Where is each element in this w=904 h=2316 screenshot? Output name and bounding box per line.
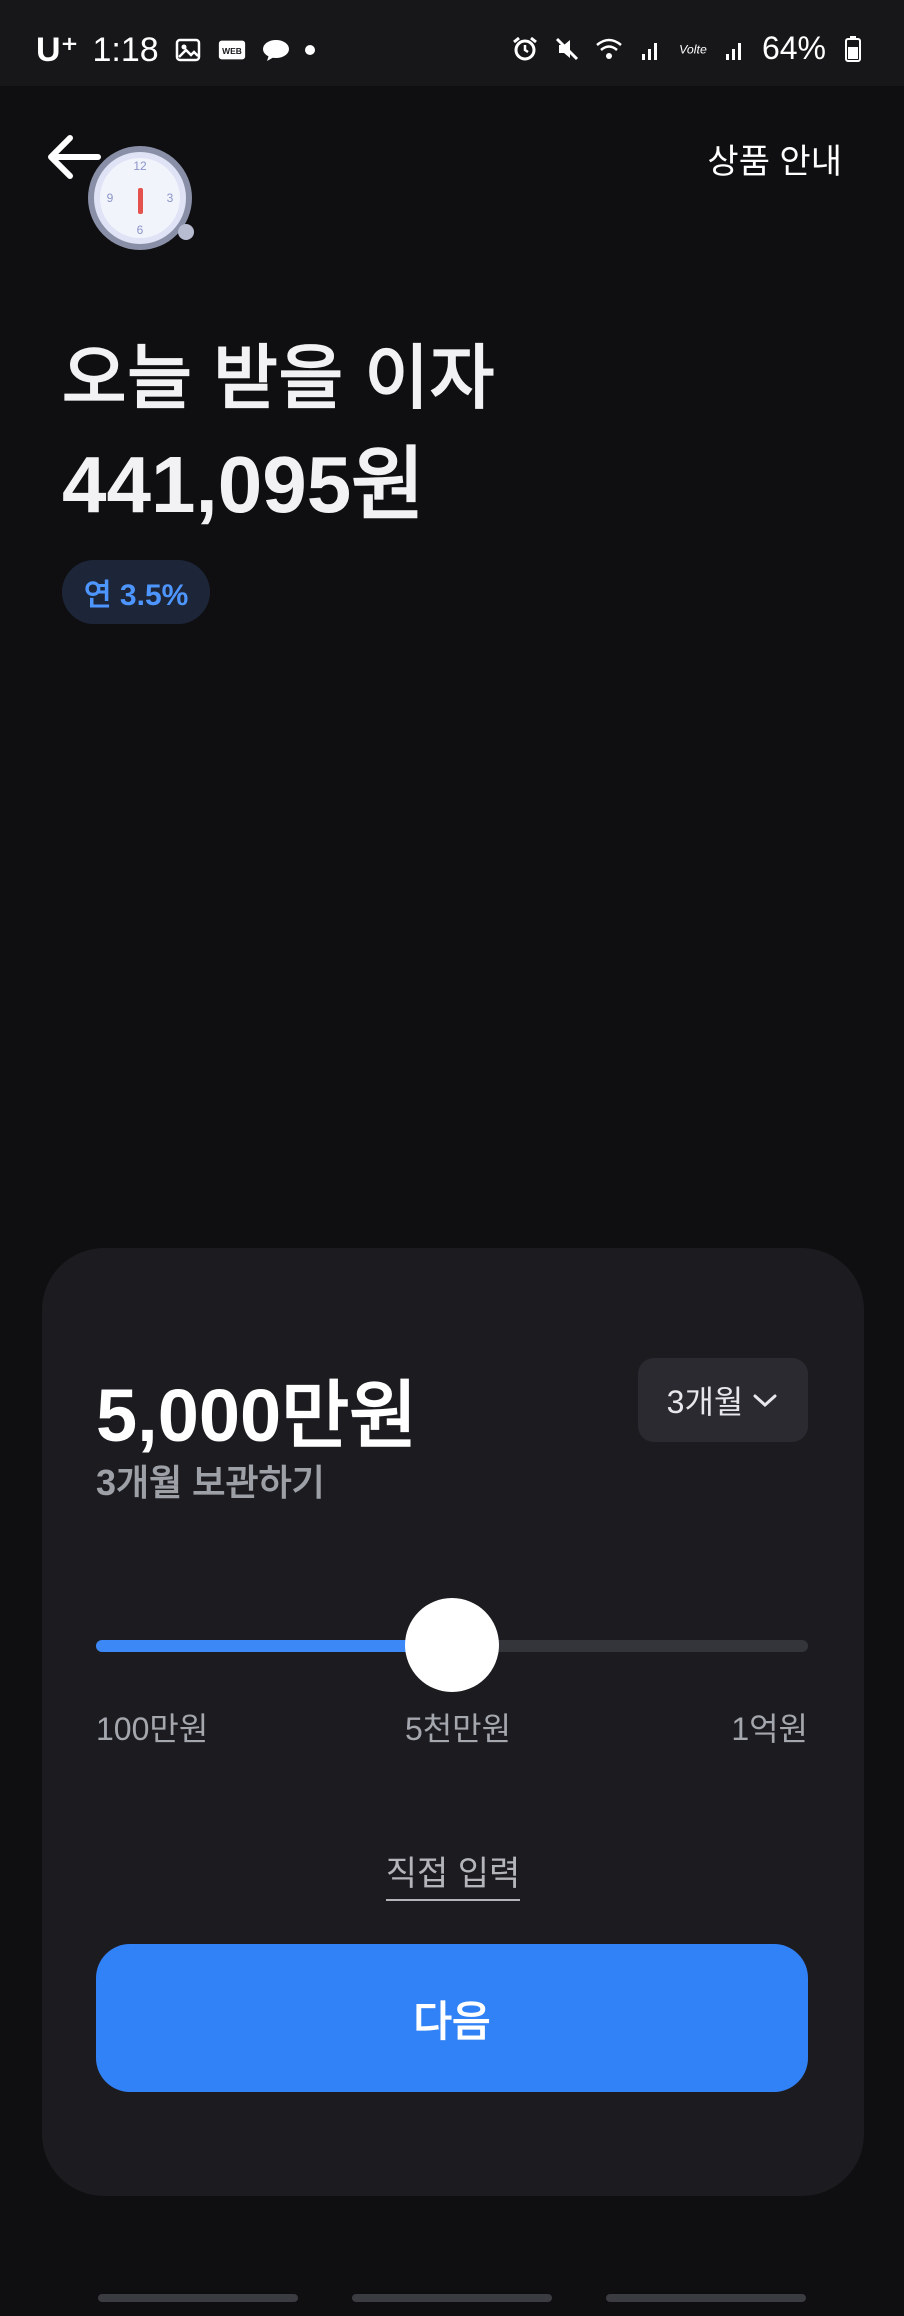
alarm-icon: [510, 34, 540, 64]
status-left: U⁺ 1:18 WEB: [36, 30, 315, 70]
status-right: Volte 64%: [510, 30, 868, 67]
clock-illustration-icon: 12 3 6 9: [80, 140, 200, 260]
slider-min-label: 100만원: [96, 1711, 209, 1747]
period-subtext: 3개월 보관하기: [96, 1462, 325, 1503]
period-dropdown-button[interactable]: 3개월: [638, 1358, 808, 1442]
svg-text:Volte: Volte: [679, 42, 707, 56]
gesture-nav-bar: [0, 2232, 904, 2316]
svg-text:6: 6: [137, 223, 144, 237]
period-label: 3개월: [666, 1384, 744, 1420]
nav-segment[interactable]: [606, 2294, 806, 2302]
slider-thumb[interactable]: [405, 1598, 499, 1692]
status-bar: U⁺ 1:18 WEB Volte 64%: [0, 0, 904, 86]
volte-icon: Volte: [678, 34, 708, 64]
battery-icon: [838, 34, 868, 64]
slider-max-label: 1억원: [731, 1711, 808, 1747]
signal-icon: [720, 34, 750, 64]
page-title: 오늘 받을 이자: [62, 339, 496, 417]
status-time: 1:18: [92, 30, 159, 69]
messenger-icon: [261, 35, 291, 65]
deposit-amount: 5,000만원: [96, 1374, 418, 1457]
direct-input-link[interactable]: 직접 입력: [385, 1855, 521, 1901]
next-button[interactable]: 다음: [96, 1944, 808, 2092]
nav-segment[interactable]: [352, 2294, 552, 2302]
webtoon-icon: WEB: [217, 35, 247, 65]
svg-text:WEB: WEB: [222, 46, 242, 56]
svg-text:12: 12: [133, 159, 147, 173]
slider-mid-label: 5천만원: [404, 1711, 512, 1747]
chevron-down-icon: [753, 1394, 777, 1408]
wifi-icon: [594, 34, 624, 64]
battery-percent: 64%: [761, 30, 826, 66]
mute-icon: [552, 34, 582, 64]
gallery-icon: [173, 35, 203, 65]
rate-badge: 연 3.5%: [62, 560, 211, 624]
svg-text:3: 3: [167, 191, 174, 205]
amount-slider[interactable]: [96, 1598, 808, 1692]
carrier-label: U⁺: [36, 31, 79, 69]
slider-fill: [96, 1640, 452, 1652]
signal-icon: [636, 34, 666, 64]
deposit-card: 5,000만원 3개월 3개월 보관하기 100만원 5천만원 1억원 직접 입…: [42, 1248, 864, 2196]
direct-input-container: 직접 입력: [42, 1846, 864, 1901]
svg-text:9: 9: [107, 191, 114, 205]
nav-segment[interactable]: [98, 2294, 298, 2302]
notification-dot-icon: [304, 45, 315, 55]
interest-amount: 441,095원: [62, 440, 425, 529]
product-guide-link[interactable]: 상품 안내: [707, 134, 842, 183]
